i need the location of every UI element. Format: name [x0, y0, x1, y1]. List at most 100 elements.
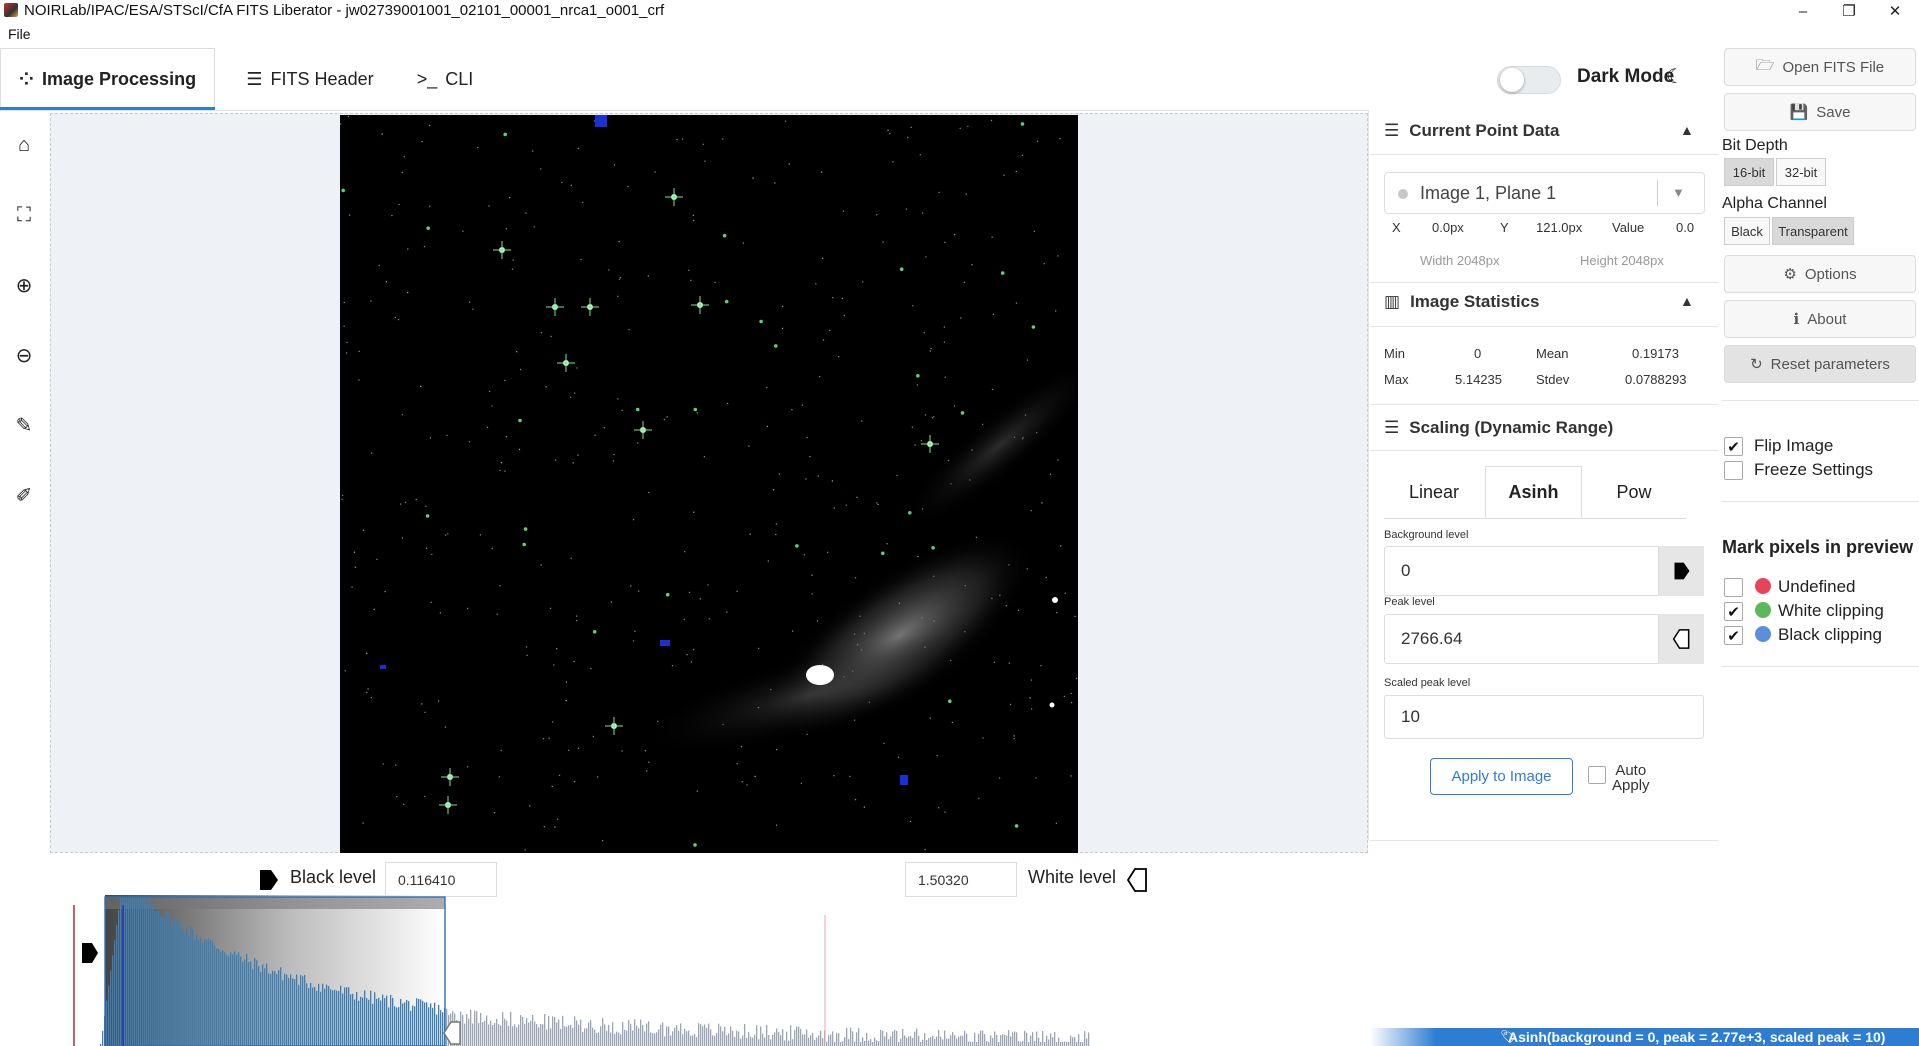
- histogram-bar: [700, 1024, 702, 1046]
- reset-parameters-button[interactable]: ↻ Reset parameters: [1724, 345, 1916, 383]
- star: [1017, 609, 1020, 612]
- histogram-bar: [224, 952, 226, 1046]
- peak-level-input[interactable]: 2766.64: [1384, 614, 1704, 664]
- star: [554, 459, 557, 461]
- star: [496, 613, 498, 615]
- options-button[interactable]: ⚙ Options: [1724, 255, 1916, 293]
- zoom-in-icon[interactable]: ⊕: [10, 271, 38, 299]
- tab-label: FITS Header: [270, 68, 374, 89]
- histogram-bar: [206, 939, 208, 1046]
- histogram-bar: [494, 1022, 496, 1046]
- tab-fits-header[interactable]: ☰ FITS Header: [230, 48, 390, 110]
- histogram-bar: [932, 1035, 934, 1046]
- white-marker-icon[interactable]: [1658, 614, 1704, 664]
- tab-cli[interactable]: >_ CLI: [400, 48, 490, 110]
- star: [542, 738, 545, 740]
- scaling-header[interactable]: ☰ Scaling (Dynamic Range): [1384, 418, 1613, 438]
- black-clipping-checkbox[interactable]: ✔: [1724, 626, 1743, 645]
- bit-depth-32[interactable]: 32-bit: [1776, 158, 1826, 186]
- histogram-bar: [846, 1027, 848, 1046]
- minimize-button[interactable]: –: [1780, 0, 1826, 22]
- star: [788, 163, 790, 165]
- menu-file[interactable]: File: [8, 26, 31, 42]
- histogram-bar: [590, 1020, 592, 1046]
- chevron-down-icon[interactable]: ▼: [1672, 185, 1685, 200]
- histogram-bar: [544, 1013, 546, 1046]
- black-marker-icon[interactable]: [1658, 546, 1704, 596]
- auto-apply-checkbox[interactable]: [1588, 766, 1606, 784]
- white-clipping-checkbox[interactable]: ✔: [1724, 602, 1743, 621]
- scale-tab-linear[interactable]: Linear: [1384, 466, 1484, 518]
- tab-image-processing[interactable]: ⁘ Image Processing: [0, 48, 215, 110]
- histogram-bar: [874, 1037, 876, 1046]
- scaled-peak-input[interactable]: 10: [1384, 695, 1704, 739]
- star: [815, 283, 817, 285]
- star: [601, 840, 604, 842]
- histogram-bar: [1086, 1038, 1088, 1046]
- save-button[interactable]: 💾 Save: [1724, 93, 1916, 131]
- star: [805, 478, 807, 480]
- white-level-input[interactable]: 1.50320: [905, 862, 1017, 897]
- collapse-chevron-icon[interactable]: ▲: [1680, 122, 1694, 138]
- scale-tab-asinh[interactable]: Asinh: [1485, 466, 1582, 518]
- open-fits-button[interactable]: 🗁 Open FITS File: [1724, 48, 1916, 86]
- white-picker-icon[interactable]: ✐: [10, 481, 38, 509]
- histogram-bar: [554, 1017, 556, 1046]
- white-level-marker-icon[interactable]: [1126, 867, 1150, 893]
- star: [503, 132, 507, 137]
- histogram-bar: [746, 1038, 748, 1046]
- histogram-bar: [428, 1007, 430, 1046]
- zoom-out-icon[interactable]: ⊖: [10, 341, 38, 369]
- star: [619, 277, 622, 279]
- flip-image-checkbox[interactable]: ✔: [1724, 437, 1743, 456]
- black-level-input[interactable]: 0.116410: [385, 862, 497, 897]
- histogram-bar: [564, 1026, 566, 1046]
- histogram-bar: [1076, 1042, 1078, 1046]
- about-button[interactable]: ℹ About: [1724, 300, 1916, 338]
- maximize-button[interactable]: ❐: [1826, 0, 1872, 22]
- star: [446, 434, 448, 437]
- fits-image-preview[interactable]: [340, 115, 1078, 853]
- star: [627, 185, 629, 188]
- histogram-bar: [1006, 1035, 1008, 1046]
- collapse-chevron-icon[interactable]: ▲: [1680, 293, 1694, 309]
- star: [491, 405, 493, 407]
- current-point-header[interactable]: ☰ Current Point Data: [1384, 121, 1559, 141]
- histogram-bar: [472, 1023, 474, 1046]
- star: [896, 474, 898, 477]
- close-button[interactable]: ✕: [1872, 0, 1918, 22]
- apply-to-image-button[interactable]: Apply to Image: [1430, 758, 1573, 795]
- star: [693, 407, 698, 412]
- star: [353, 551, 356, 553]
- star: [378, 264, 380, 267]
- bit-depth-16[interactable]: 16-bit: [1724, 158, 1774, 186]
- histogram-bar: [956, 1038, 958, 1046]
- black-level-marker-icon[interactable]: [258, 868, 280, 892]
- histogram-bar: [560, 1028, 562, 1046]
- undefined-checkbox[interactable]: [1724, 578, 1743, 597]
- histogram-bar: [552, 1016, 554, 1046]
- histogram-bar: [504, 1018, 506, 1046]
- histogram-bar: [634, 1019, 636, 1046]
- star: [525, 212, 527, 214]
- image-statistics-header[interactable]: ▥ Image Statistics: [1384, 292, 1540, 312]
- alpha-black[interactable]: Black: [1724, 217, 1770, 245]
- histogram[interactable]: [70, 895, 1350, 1046]
- star: [618, 240, 620, 243]
- star: [523, 527, 528, 531]
- home-icon[interactable]: ⌂: [10, 131, 38, 159]
- histogram-bar: [632, 1030, 634, 1046]
- scale-tab-pow[interactable]: Pow: [1582, 466, 1686, 518]
- histogram-bar: [534, 1021, 536, 1046]
- black-picker-icon[interactable]: ✎: [10, 411, 38, 439]
- black-clipped-patch: [595, 115, 607, 127]
- histogram-bar: [834, 1041, 836, 1046]
- star: [1013, 735, 1015, 737]
- fit-screen-icon[interactable]: ⛶: [10, 201, 38, 229]
- toggle-knob[interactable]: [1500, 68, 1524, 92]
- star: [1030, 679, 1033, 681]
- freeze-settings-checkbox[interactable]: [1724, 461, 1743, 480]
- alpha-transparent[interactable]: Transparent: [1772, 217, 1854, 245]
- histogram-bar: [736, 1030, 738, 1046]
- background-level-input[interactable]: 0: [1384, 546, 1704, 596]
